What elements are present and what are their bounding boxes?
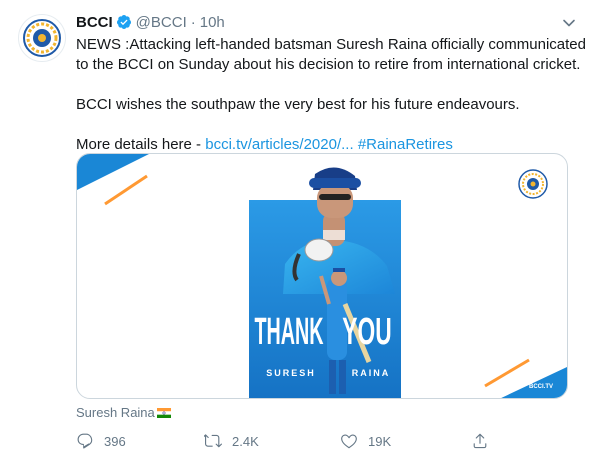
retweet-button[interactable]: 2.4K xyxy=(204,431,259,451)
tweet-time[interactable]: 10h xyxy=(200,14,225,31)
tweet-paragraph-3: More details here - bcci.tv/articles/202… xyxy=(76,135,586,155)
tweet-paragraph-2: BCCI wishes the southpaw the very best f… xyxy=(76,96,520,113)
corner-stripe-top-left xyxy=(77,154,149,190)
like-icon xyxy=(341,434,357,449)
verified-badge-icon xyxy=(116,14,132,30)
tweet-header: BCCI @BCCI · 10h xyxy=(76,12,225,32)
tweet-paragraph-1: NEWS :Attacking left-handed batsman Sure… xyxy=(76,36,586,73)
orange-accent-top xyxy=(104,174,148,206)
last-name-text: RAINA xyxy=(352,368,391,378)
tweet: BCCI @BCCI · 10h NEWS :Attacking left-ha… xyxy=(0,0,600,460)
like-count: 19K xyxy=(368,433,392,449)
reply-button[interactable]: 396 xyxy=(76,431,126,451)
tweet-text: NEWS :Attacking left-handed batsman Sure… xyxy=(76,35,586,155)
media-tag[interactable]: Suresh Raina xyxy=(76,405,171,420)
you-text: YOU xyxy=(342,310,391,352)
share-icon xyxy=(473,433,487,449)
avatar[interactable] xyxy=(18,14,66,62)
chevron-down-icon[interactable] xyxy=(560,14,578,32)
bcci-tv-brand: BCCI.TV xyxy=(529,384,553,390)
tagged-user[interactable]: Suresh Raina xyxy=(76,405,155,420)
hashtag-link[interactable]: #RainaRetires xyxy=(358,136,453,153)
author-name[interactable]: BCCI xyxy=(76,14,113,31)
like-button[interactable]: 19K xyxy=(340,431,391,451)
retweet-count: 2.4K xyxy=(232,433,259,449)
bcci-logo-icon xyxy=(518,169,548,199)
share-button[interactable] xyxy=(471,431,499,451)
media-card[interactable]: THANK YOU SURESH RAINA BCCI.TV xyxy=(76,153,568,399)
retweet-icon xyxy=(204,434,222,448)
separator-dot: · xyxy=(190,13,196,31)
author-handle[interactable]: @BCCI xyxy=(136,14,187,31)
details-prefix: More details here - xyxy=(76,136,206,153)
orange-accent-bottom xyxy=(484,358,530,388)
india-flag-icon xyxy=(156,407,171,418)
first-name-text: SURESH xyxy=(266,368,316,378)
thank-text: THANK xyxy=(254,311,323,352)
bcci-logo-icon xyxy=(23,19,61,57)
article-link[interactable]: bcci.tv/articles/2020/... xyxy=(205,136,353,153)
reply-icon xyxy=(77,433,93,449)
tweet-actions: 396 2.4K 19K xyxy=(76,431,496,451)
reply-count: 396 xyxy=(104,433,126,449)
